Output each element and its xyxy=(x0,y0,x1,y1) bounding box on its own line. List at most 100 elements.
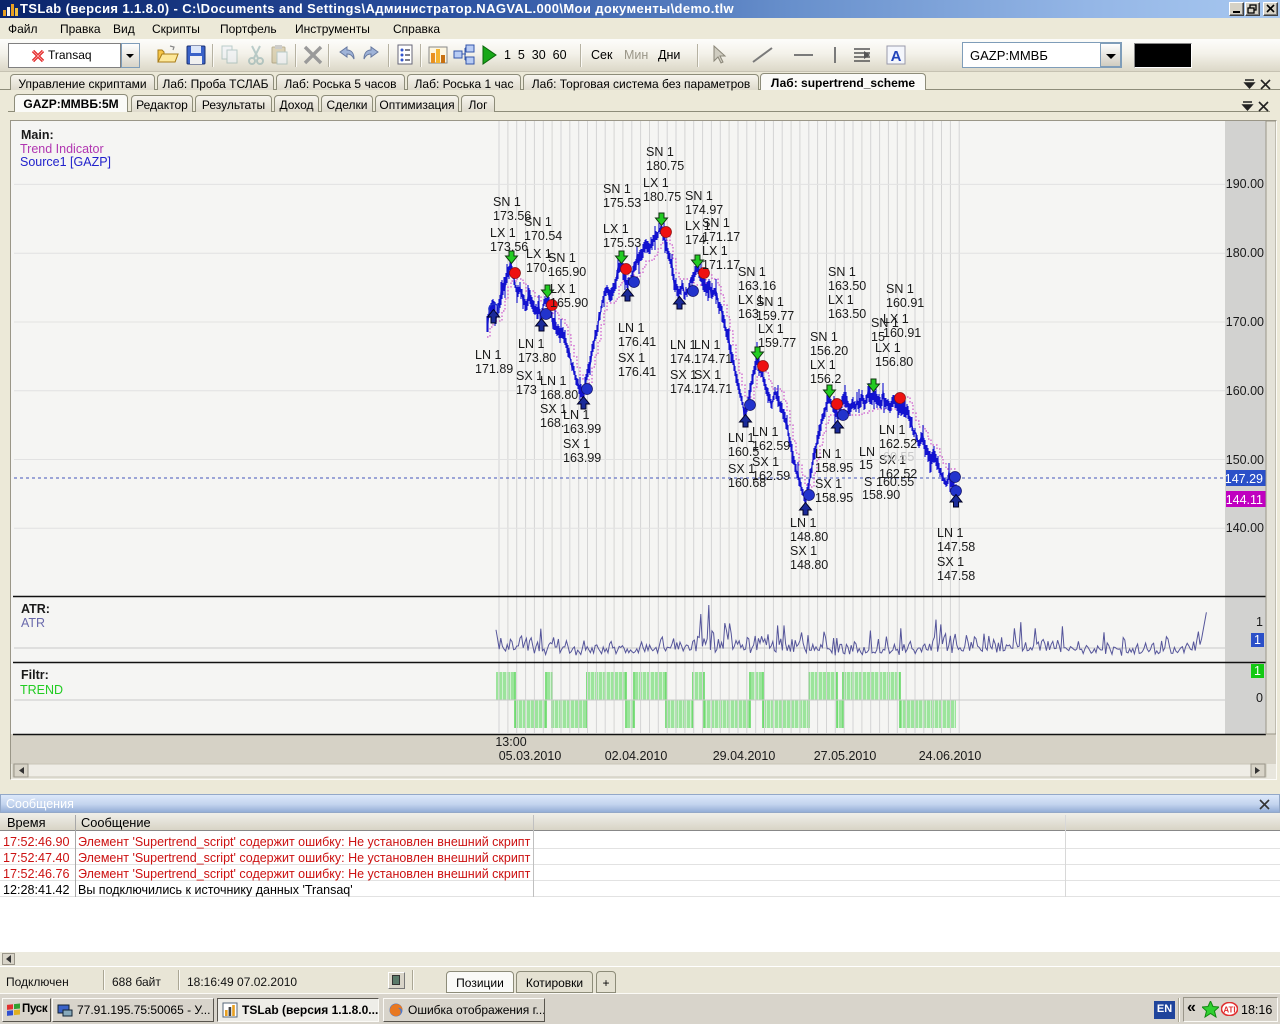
svg-text:176.41: 176.41 xyxy=(618,335,656,349)
svg-text:ATR:: ATR: xyxy=(21,602,50,616)
svg-text:158.95: 158.95 xyxy=(815,461,853,475)
svg-text:Main:: Main: xyxy=(21,128,54,142)
svg-text:163.50: 163.50 xyxy=(828,307,866,321)
svg-text:173.56: 173.56 xyxy=(490,240,528,254)
svg-text:156.20: 156.20 xyxy=(810,344,848,358)
svg-text:A: A xyxy=(891,48,902,65)
svg-text:170.54: 170.54 xyxy=(524,229,562,243)
svg-text:148.80: 148.80 xyxy=(790,530,828,544)
svg-text:SN 1: SN 1 xyxy=(646,145,674,159)
svg-text:ATI: ATI xyxy=(1223,1006,1235,1015)
svg-text:LN 1: LN 1 xyxy=(670,338,696,352)
svg-text:174.97: 174.97 xyxy=(685,203,723,217)
svg-text:LX 1: LX 1 xyxy=(603,222,629,236)
svg-text:163.99: 163.99 xyxy=(563,422,601,436)
svg-text:1: 1 xyxy=(1254,664,1261,678)
svg-text:140.00: 140.00 xyxy=(1226,521,1264,535)
svg-text:24.06.2010: 24.06.2010 xyxy=(919,749,982,763)
svg-text:170.: 170. xyxy=(526,261,550,275)
svg-text:190.00: 190.00 xyxy=(1226,177,1264,191)
svg-text:173.80: 173.80 xyxy=(518,351,556,365)
svg-text:162.59: 162.59 xyxy=(752,469,790,483)
svg-text:147.29: 147.29 xyxy=(1225,472,1263,486)
svg-text:163.50: 163.50 xyxy=(828,279,866,293)
svg-text:SN 1: SN 1 xyxy=(871,316,899,330)
svg-text:LX 1: LX 1 xyxy=(550,282,576,296)
svg-text:SN 1: SN 1 xyxy=(524,215,552,229)
svg-text:29.04.2010: 29.04.2010 xyxy=(713,749,776,763)
svg-text:LN 1: LN 1 xyxy=(618,321,644,335)
svg-text:27.05.2010: 27.05.2010 xyxy=(814,749,877,763)
svg-text:SX 1: SX 1 xyxy=(752,455,779,469)
svg-text:160.91: 160.91 xyxy=(886,296,924,310)
svg-text:SN 1: SN 1 xyxy=(886,282,914,296)
svg-text:LN 1: LN 1 xyxy=(540,374,566,388)
svg-text:15: 15 xyxy=(859,458,873,472)
svg-text:Trend Indicator: Trend Indicator xyxy=(20,142,104,156)
svg-text:159.77: 159.77 xyxy=(758,336,796,350)
svg-text:LN: LN xyxy=(859,445,875,459)
svg-text:SN 1: SN 1 xyxy=(493,195,521,209)
svg-text:180.75: 180.75 xyxy=(643,190,681,204)
svg-text:LN 1: LN 1 xyxy=(694,338,720,352)
svg-text:163.16: 163.16 xyxy=(738,279,776,293)
svg-text:SX 1: SX 1 xyxy=(815,477,842,491)
svg-text:176.41: 176.41 xyxy=(618,365,656,379)
svg-text:160.00: 160.00 xyxy=(1226,384,1264,398)
svg-text:LN 1: LN 1 xyxy=(937,526,963,540)
svg-text:162.52: 162.52 xyxy=(879,437,917,451)
svg-text:LN 1: LN 1 xyxy=(518,337,544,351)
svg-text:180.75: 180.75 xyxy=(646,159,684,173)
svg-text:SN 1: SN 1 xyxy=(810,330,838,344)
svg-text:163.99: 163.99 xyxy=(563,451,601,465)
svg-text:168.80: 168.80 xyxy=(540,388,578,402)
svg-text:148.80: 148.80 xyxy=(790,558,828,572)
svg-text:LN 1: LN 1 xyxy=(728,431,754,445)
svg-text:162.59: 162.59 xyxy=(752,439,790,453)
svg-text:02.04.2010: 02.04.2010 xyxy=(605,749,668,763)
svg-text:TREND: TREND xyxy=(20,683,63,697)
svg-text:175.53: 175.53 xyxy=(603,236,641,250)
svg-text:SN 1: SN 1 xyxy=(738,265,766,279)
svg-text:SX 1: SX 1 xyxy=(790,544,817,558)
svg-text:1: 1 xyxy=(1254,633,1261,647)
svg-text:LN 1: LN 1 xyxy=(815,447,841,461)
svg-text:174.: 174. xyxy=(670,352,694,366)
svg-text:147.58: 147.58 xyxy=(937,540,975,554)
svg-text:SX 1: SX 1 xyxy=(937,555,964,569)
svg-text:171.17: 171.17 xyxy=(702,258,740,272)
svg-text:168.: 168. xyxy=(540,416,564,430)
svg-text:SX 1: SX 1 xyxy=(618,351,645,365)
svg-text:Source1 [GAZP]: Source1 [GAZP] xyxy=(20,155,111,169)
svg-text:LX 1: LX 1 xyxy=(758,322,784,336)
svg-text:174.71: 174.71 xyxy=(694,352,732,366)
svg-text:SN 1: SN 1 xyxy=(548,251,576,265)
svg-text:SN 1: SN 1 xyxy=(756,295,784,309)
svg-text:156.2: 156.2 xyxy=(810,372,841,386)
svg-text:SX 1: SX 1 xyxy=(563,437,590,451)
svg-text:174.71: 174.71 xyxy=(694,382,732,396)
svg-text:LN 1: LN 1 xyxy=(563,408,589,422)
svg-text:159.77: 159.77 xyxy=(756,309,794,323)
svg-text:Filtr:: Filtr: xyxy=(21,668,49,682)
svg-text:173: 173 xyxy=(516,383,537,397)
svg-text:05.03.2010: 05.03.2010 xyxy=(499,749,562,763)
svg-text:180.00: 180.00 xyxy=(1226,246,1264,260)
svg-text:S: S xyxy=(864,475,872,489)
svg-text:LX 1: LX 1 xyxy=(685,219,711,233)
svg-text:170.00: 170.00 xyxy=(1226,315,1264,329)
svg-text:165.90: 165.90 xyxy=(548,265,586,279)
svg-text:LN 1: LN 1 xyxy=(790,516,816,530)
svg-text:SN 1: SN 1 xyxy=(685,189,713,203)
svg-text:LN 1: LN 1 xyxy=(752,425,778,439)
svg-text:175.53: 175.53 xyxy=(603,196,641,210)
svg-text:LX 1: LX 1 xyxy=(490,226,516,240)
svg-text:SN 1: SN 1 xyxy=(603,182,631,196)
svg-text:LN 1: LN 1 xyxy=(475,348,501,362)
svg-text:13:00: 13:00 xyxy=(495,735,526,749)
svg-text:174.: 174. xyxy=(670,382,694,396)
svg-text:156.80: 156.80 xyxy=(875,355,913,369)
svg-text:LX 1: LX 1 xyxy=(702,244,728,258)
svg-text:ATR: ATR xyxy=(21,616,45,630)
svg-text:LN 1: LN 1 xyxy=(879,423,905,437)
